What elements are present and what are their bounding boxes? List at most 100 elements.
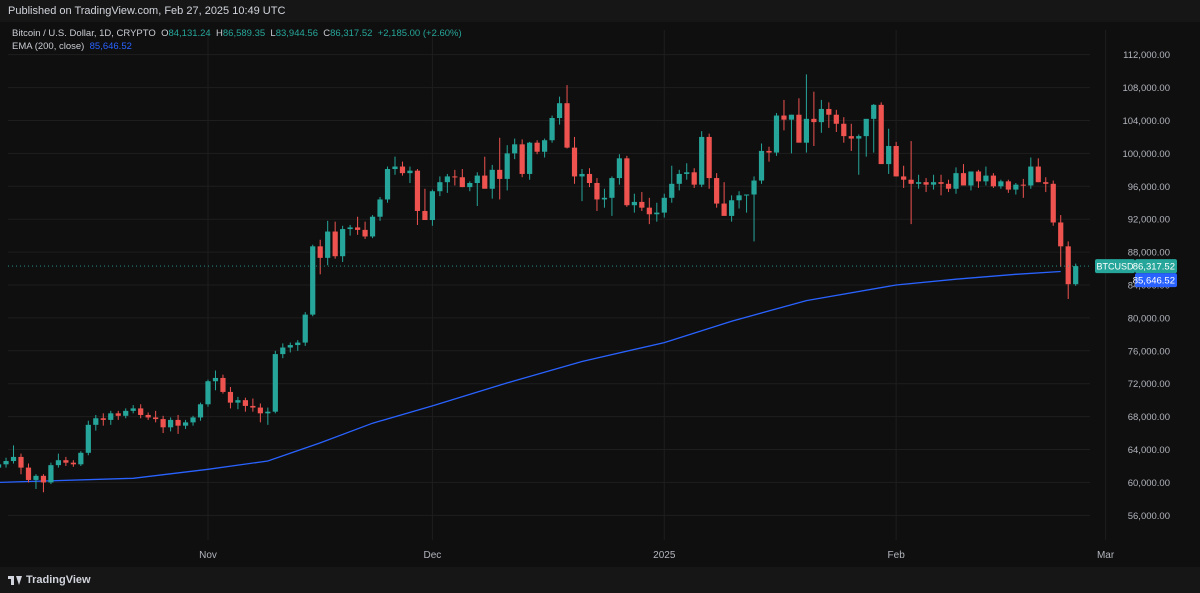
candle-down	[706, 133, 712, 189]
candle-up	[302, 312, 308, 346]
candle-body	[25, 467, 32, 480]
price-chart[interactable]: 56,000.00 60,000.00 64,000.00 68,000.00 72,0…	[0, 22, 1200, 567]
candle-up	[803, 74, 809, 153]
candle-down	[534, 140, 540, 155]
price-tick-label: 112,000.00	[1123, 50, 1170, 61]
candle-body	[945, 183, 952, 189]
candle-up	[751, 176, 757, 242]
candle-up	[3, 457, 9, 468]
candle-body	[48, 465, 54, 483]
candle-body	[736, 195, 742, 201]
candle-up	[736, 191, 742, 209]
candle-down	[362, 221, 368, 239]
candle-down	[145, 412, 151, 420]
candle-down	[175, 414, 181, 434]
candle-up	[392, 156, 398, 175]
candle-down	[332, 221, 338, 259]
candle-body	[527, 142, 533, 174]
candle-body	[287, 345, 293, 348]
symbol-title: Bitcoin / U.S. Dollar, 1D, CRYPTO	[12, 28, 156, 39]
candle-body	[848, 136, 854, 139]
candle-up	[212, 370, 219, 391]
price-tick-label: 88,000.00	[1128, 248, 1170, 259]
candle-body	[295, 342, 301, 346]
publish-header: Published on TradingView.com, Feb 27, 20…	[0, 0, 1200, 22]
candle-up	[684, 163, 690, 180]
candle-body	[983, 175, 989, 182]
candle-up	[85, 420, 91, 456]
candle-up	[340, 225, 346, 262]
candle-body	[512, 144, 518, 154]
candle-body	[953, 173, 959, 189]
candle-down	[242, 397, 248, 412]
candle-body	[549, 118, 555, 141]
candle-up	[108, 410, 114, 425]
candle-up	[407, 166, 413, 183]
candle-body	[138, 408, 144, 415]
candle-up	[190, 415, 196, 426]
candle-up	[609, 176, 615, 216]
candle-body	[542, 140, 548, 152]
candle-body	[0, 464, 2, 468]
candle-down	[833, 109, 839, 132]
price-tick-label: 64,000.00	[1128, 445, 1170, 456]
candle-body	[40, 475, 47, 483]
candle-up	[953, 167, 959, 194]
candle-body	[1043, 182, 1049, 184]
candle-body	[1050, 183, 1056, 223]
candle-body	[18, 456, 24, 468]
published-text: Published on TradingView.com, Feb 27, 20…	[8, 5, 286, 17]
candle-body	[571, 147, 578, 177]
candle-body	[63, 460, 69, 463]
candle-body	[534, 142, 540, 152]
price-tick-label: 72,000.00	[1128, 379, 1170, 390]
candle-body	[182, 422, 189, 426]
last-price-tag: 86,317.52	[1133, 262, 1175, 273]
candle-body	[721, 203, 727, 216]
tradingview-logo[interactable]: TradingView	[8, 574, 91, 586]
candle-up	[280, 343, 286, 359]
candle-down	[519, 139, 525, 178]
close-value: 86,317.52	[330, 28, 373, 39]
candle-down	[586, 168, 593, 188]
time-axis[interactable]: Nov Dec 2025 Feb Mar	[199, 550, 1115, 561]
candle-body	[168, 419, 174, 428]
candle-up	[699, 131, 705, 188]
candle-body	[280, 347, 286, 355]
ema-line	[0, 270, 1061, 484]
time-tick-label: 2025	[653, 550, 676, 561]
candle-body	[302, 314, 308, 343]
candle-body	[10, 456, 17, 462]
candle-up	[1073, 263, 1079, 286]
candle-body	[796, 114, 802, 143]
candle-body	[474, 175, 480, 183]
candle-body	[856, 136, 862, 139]
high-value: 86,589.35	[222, 28, 266, 39]
candle-body	[661, 197, 667, 213]
candle-up	[93, 414, 99, 431]
candle-body	[691, 172, 697, 185]
candle-body	[482, 175, 488, 189]
candle-body	[938, 182, 944, 184]
candle-down	[422, 188, 428, 221]
candle-body	[250, 405, 256, 408]
candle-body	[310, 246, 316, 315]
candle-body	[414, 170, 421, 211]
candle-body	[930, 182, 937, 185]
candle-body	[646, 207, 652, 215]
candle-body	[257, 407, 263, 414]
candle-body	[55, 460, 61, 466]
candle-up	[886, 128, 892, 174]
candle-up	[384, 166, 391, 203]
candle-up	[983, 166, 989, 186]
candle-down	[848, 123, 854, 151]
candle-up	[437, 176, 443, 197]
candle-body	[841, 123, 847, 137]
candle-up	[235, 396, 241, 410]
candle-body	[340, 229, 346, 257]
candle-body	[108, 413, 114, 420]
candle-down	[399, 161, 406, 176]
candle-body	[377, 199, 383, 217]
brand-name: TradingView	[26, 574, 91, 586]
candle-down	[639, 192, 645, 211]
